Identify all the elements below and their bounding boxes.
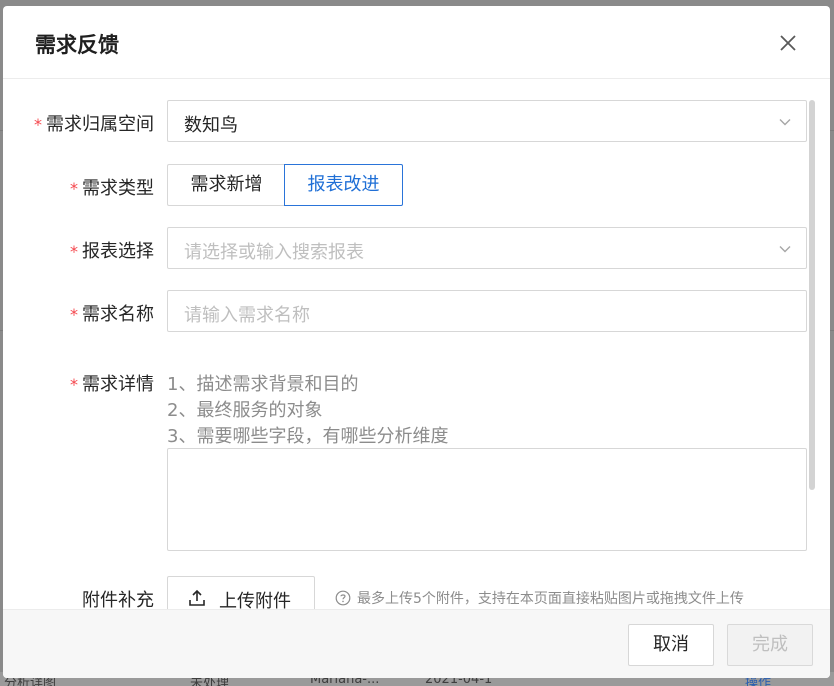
- close-icon: [780, 35, 796, 51]
- report-select-placeholder: 请选择或输入搜索报表: [184, 242, 364, 263]
- required-mark: *: [70, 305, 78, 324]
- name-input-placeholder: 请输入需求名称: [184, 305, 310, 326]
- upload-button-label: 上传附件: [219, 591, 291, 609]
- form-row-details: * 需求详情 1、描述需求背景和目的 2、最终服务的对象 3、需要哪些字段，有哪些…: [3, 362, 808, 552]
- cancel-button[interactable]: 取消: [628, 624, 714, 666]
- feedback-modal: 需求反馈 * 需求归属空间 数知鸟 * 需求类型 需求新增 报表改进 * 报表选…: [3, 6, 830, 678]
- form-row-type: * 需求类型 需求新增 报表改进: [3, 164, 808, 206]
- upload-tip-text: 最多上传5个附件，支持在本页面直接粘贴图片或拖拽文件上传: [357, 591, 744, 607]
- details-hint-line: 2、最终服务的对象: [167, 400, 323, 421]
- report-select[interactable]: 请选择或输入搜索报表: [167, 227, 807, 269]
- upload-button[interactable]: 上传附件: [167, 576, 315, 609]
- modal-footer: 取消 完成: [3, 609, 830, 678]
- upload-icon: [189, 589, 205, 606]
- chevron-down-icon: [779, 119, 791, 126]
- form-row-name: * 需求名称 请输入需求名称: [3, 290, 808, 332]
- question-circle-icon: [335, 590, 351, 606]
- modal-body: * 需求归属空间 数知鸟 * 需求类型 需求新增 报表改进 * 报表选择 请选择或输: [3, 80, 830, 609]
- name-input[interactable]: 请输入需求名称: [167, 290, 807, 332]
- required-mark: *: [70, 242, 78, 261]
- name-label-text: 需求名称: [82, 304, 154, 325]
- form-row-report: * 报表选择 请选择或输入搜索报表: [3, 227, 808, 269]
- required-mark: *: [34, 115, 42, 134]
- details-textarea[interactable]: [167, 448, 807, 551]
- modal-title: 需求反馈: [35, 33, 119, 57]
- details-label: * 需求详情: [70, 370, 154, 396]
- type-option-improve[interactable]: 报表改进: [284, 164, 403, 206]
- type-label: * 需求类型: [70, 174, 154, 200]
- space-select[interactable]: 数知鸟: [167, 100, 807, 142]
- form-row-space: * 需求归属空间 数知鸟: [3, 100, 808, 142]
- type-label-text: 需求类型: [82, 178, 154, 199]
- form-row-attachment: 附件补充 上传附件 最多上传5个附件，支持在本页面直接粘贴图片或拖拽文件上传: [3, 576, 808, 609]
- space-label: * 需求归属空间: [34, 110, 154, 136]
- close-button[interactable]: [773, 28, 803, 58]
- required-mark: *: [70, 179, 78, 198]
- space-label-text: 需求归属空间: [46, 114, 154, 135]
- details-label-text: 需求详情: [82, 374, 154, 395]
- details-hint-line: 1、描述需求背景和目的: [167, 374, 359, 395]
- type-option-new[interactable]: 需求新增: [167, 164, 285, 206]
- attachment-label: 附件补充: [82, 590, 154, 609]
- name-label: * 需求名称: [70, 300, 154, 326]
- modal-header: 需求反馈: [3, 6, 830, 79]
- report-label-text: 报表选择: [82, 241, 154, 262]
- finish-button[interactable]: 完成: [727, 624, 813, 666]
- scrollbar[interactable]: [809, 100, 815, 490]
- required-mark: *: [70, 375, 78, 394]
- report-label: * 报表选择: [70, 237, 154, 263]
- space-select-value: 数知鸟: [184, 115, 238, 136]
- details-hint-line: 3、需要哪些字段，有哪些分析维度: [167, 426, 449, 447]
- chevron-down-icon: [779, 246, 791, 253]
